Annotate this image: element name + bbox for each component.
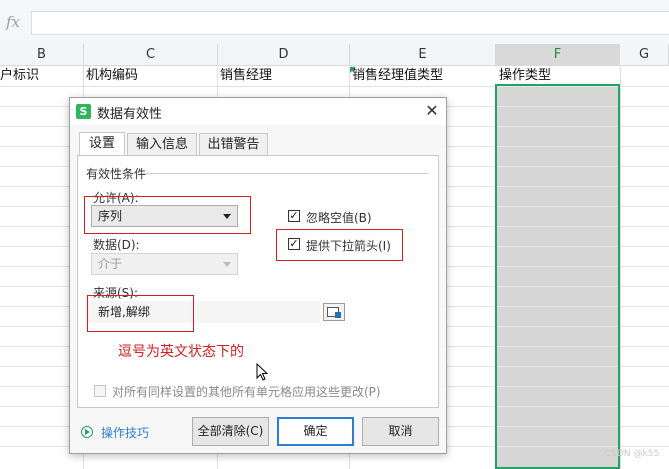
formula-bar: fx xyxy=(0,0,669,45)
column-header-c[interactable]: C xyxy=(84,44,218,66)
annotation-note: 逗号为英文状态下的 xyxy=(118,344,244,360)
ignore-blank-checkbox[interactable]: ✓ xyxy=(288,210,300,222)
cell-e1[interactable]: 销售经理值类型 xyxy=(352,66,443,86)
column-header-d[interactable]: D xyxy=(218,44,350,66)
close-icon[interactable]: ✕ xyxy=(422,101,442,121)
data-validation-dialog: S 数据有效性 ✕ 设置 输入信息 出错警告 有效性条件 允许(A): 序列 数… xyxy=(69,97,447,454)
fx-icon[interactable]: fx xyxy=(6,13,20,31)
dialog-title: 数据有效性 xyxy=(97,107,163,122)
selection-border xyxy=(495,84,620,469)
cell-c1[interactable]: 机构编码 xyxy=(86,66,138,86)
allow-highlight-box xyxy=(84,196,251,234)
dialog-titlebar[interactable]: S 数据有效性 ✕ xyxy=(70,98,446,125)
cancel-button[interactable]: 取消 xyxy=(362,417,439,446)
tab-error-alert[interactable]: 出错警告 xyxy=(199,133,268,155)
apply-all-label[interactable]: 对所有同样设置的其他所有单元格应用这些更改(P) xyxy=(112,383,381,400)
tab-input-message[interactable]: 输入信息 xyxy=(127,133,197,155)
wps-logo-icon: S xyxy=(76,104,91,119)
source-highlight-box xyxy=(87,295,194,332)
section-divider xyxy=(143,173,428,174)
ok-button[interactable]: 确定 xyxy=(277,417,354,446)
watermark: CSDN @k55 xyxy=(605,449,660,459)
column-header-e[interactable]: E xyxy=(350,44,496,66)
data-select[interactable]: 介于 xyxy=(91,253,238,275)
ignore-blank-label[interactable]: 忽略空值(B) xyxy=(306,209,372,226)
column-header-f[interactable]: F xyxy=(496,44,620,66)
clear-all-button[interactable]: 全部清除(C) xyxy=(192,417,269,446)
section-title: 有效性条件 xyxy=(86,167,147,181)
data-label: 数据(D): xyxy=(93,238,140,252)
tips-link[interactable]: 操作技巧 xyxy=(101,424,149,441)
range-select-icon[interactable] xyxy=(323,303,345,321)
dropdown-highlight-box xyxy=(276,229,403,261)
chevron-down-icon xyxy=(223,262,231,267)
tab-settings[interactable]: 设置 xyxy=(79,132,125,156)
column-header-g[interactable]: G xyxy=(620,44,669,66)
mouse-cursor-icon xyxy=(256,363,269,381)
play-circle-icon[interactable] xyxy=(81,426,93,438)
formula-input[interactable] xyxy=(31,11,669,35)
cell-b1[interactable]: 户标识 xyxy=(0,66,39,86)
cell-f1[interactable]: 操作类型 xyxy=(499,66,551,86)
column-header-b[interactable]: B xyxy=(0,44,84,66)
apply-all-checkbox[interactable] xyxy=(94,385,106,397)
data-select-value: 介于 xyxy=(98,257,123,271)
cell-d1[interactable]: 销售经理 xyxy=(220,66,272,86)
